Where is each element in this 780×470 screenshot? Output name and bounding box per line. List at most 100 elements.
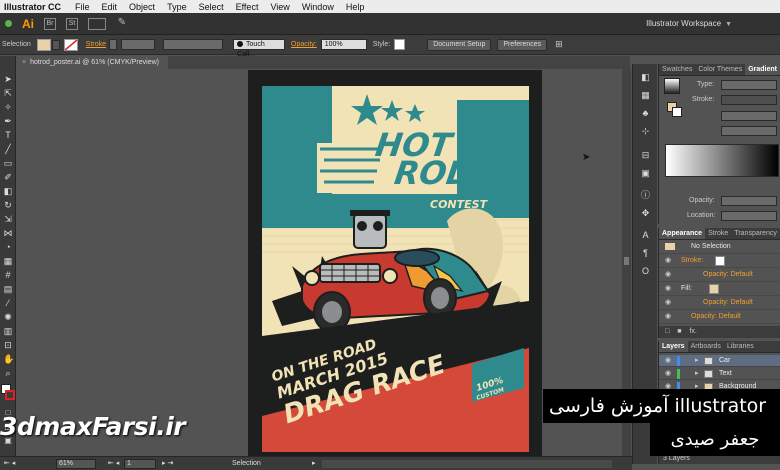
eye-icon[interactable]: ◉ xyxy=(665,355,671,367)
symbol-sprayer-tool-icon[interactable]: ✺ xyxy=(3,312,13,322)
workspace-switcher[interactable]: Illustrator Workspace ▼ xyxy=(646,19,732,28)
gpu-performance-icon[interactable]: ✎ xyxy=(116,17,128,30)
fill-dropdown[interactable] xyxy=(51,39,60,50)
aspect-ratio-input[interactable] xyxy=(721,126,777,136)
stock-icon[interactable]: St xyxy=(66,17,78,30)
rectangle-tool-icon[interactable]: ▭ xyxy=(3,158,13,168)
zoom-tool-icon[interactable]: ⌕ xyxy=(3,368,13,378)
appearance-stroke-opacity-row[interactable]: ◉ Opacity: Default xyxy=(659,268,780,282)
menu-window[interactable]: Window xyxy=(296,2,340,12)
layer-name[interactable]: Car xyxy=(719,355,730,367)
opacity-input[interactable]: 100% xyxy=(320,39,367,50)
tab-transparency[interactable]: Transparency xyxy=(731,228,780,239)
menu-type[interactable]: Type xyxy=(161,2,193,12)
prev-artboard-icons[interactable]: ⇤ ◂ xyxy=(108,459,119,467)
stroke-swatch-small[interactable] xyxy=(672,107,682,117)
add-effect-button[interactable]: fx. xyxy=(689,328,696,335)
stroke-color-swatch[interactable] xyxy=(63,38,78,51)
eye-icon[interactable]: ◉ xyxy=(665,296,671,310)
new-stroke-icon[interactable]: □ xyxy=(665,328,669,335)
fill-stroke-indicator[interactable] xyxy=(1,384,15,402)
stroke-none-swatch[interactable] xyxy=(715,256,725,266)
graphic-style-swatch[interactable] xyxy=(394,39,406,50)
layer-row-car[interactable]: ◉ ▸ Car xyxy=(659,355,780,367)
rotate-tool-icon[interactable]: ↻ xyxy=(3,200,13,210)
app-name[interactable]: Illustrator CC xyxy=(0,2,69,12)
mesh-tool-icon[interactable]: # xyxy=(3,270,13,280)
status-menu-arrow-icon[interactable]: ▸ xyxy=(312,459,316,467)
tab-appearance[interactable]: Appearance xyxy=(659,228,706,239)
paintbrush-tool-icon[interactable]: ✐ xyxy=(3,172,13,182)
tab-artboards[interactable]: Artboards xyxy=(688,341,724,352)
fill-color-swatch[interactable] xyxy=(36,38,51,51)
tab-stroke[interactable]: Stroke xyxy=(705,228,731,239)
arrange-icon[interactable]: ⊞ xyxy=(555,39,563,50)
eye-icon[interactable]: ◉ xyxy=(665,254,671,268)
menu-file[interactable]: File xyxy=(69,2,96,12)
variable-width-profile[interactable] xyxy=(163,39,224,50)
menu-object[interactable]: Object xyxy=(123,2,161,12)
color-panel-icon[interactable]: ◧ xyxy=(640,72,651,83)
opentype-icon[interactable]: O xyxy=(640,266,651,277)
hand-tool-icon[interactable]: ✋ xyxy=(3,354,14,364)
zoom-level-select[interactable]: 61% xyxy=(56,459,96,469)
scale-tool-icon[interactable]: ⇲ xyxy=(3,214,13,224)
tab-color-themes[interactable]: Color Themes xyxy=(695,64,745,75)
status-nav-icons[interactable]: ⇤ ◂ xyxy=(4,459,15,467)
gradient-opacity-input[interactable] xyxy=(721,196,777,206)
menu-effect[interactable]: Effect xyxy=(230,2,265,12)
appearance-object-opacity-row[interactable]: ◉ Opacity: Default xyxy=(659,310,780,324)
line-tool-icon[interactable]: ╱ xyxy=(3,144,13,154)
brush-definition-select[interactable]: Touch Call... xyxy=(233,39,286,58)
color-guide-icon[interactable]: ▦ xyxy=(640,90,651,101)
eye-icon[interactable]: ◉ xyxy=(665,368,671,380)
stroke-swatch[interactable] xyxy=(5,390,15,400)
new-fill-icon[interactable]: ■ xyxy=(677,328,681,335)
transform-icon[interactable]: ⊹ xyxy=(640,126,651,137)
perspective-grid-tool-icon[interactable]: ▦ xyxy=(3,256,13,266)
character-icon[interactable]: A xyxy=(640,230,651,241)
stroke-weight-input[interactable] xyxy=(121,39,156,50)
shape-builder-tool-icon[interactable]: ◔ xyxy=(3,242,13,252)
horizontal-scrollbar[interactable] xyxy=(322,460,612,468)
column-graph-tool-icon[interactable]: ▥ xyxy=(3,326,13,336)
layer-name[interactable]: Text xyxy=(719,368,732,380)
appearance-stroke-label[interactable]: Stroke: xyxy=(681,254,703,268)
selection-tool-icon[interactable]: ➤ xyxy=(3,74,13,84)
gradient-type-select[interactable] xyxy=(721,80,777,90)
preferences-button[interactable]: Preferences xyxy=(497,38,548,51)
eye-icon[interactable]: ◉ xyxy=(665,282,671,296)
bridge-icon[interactable]: Br xyxy=(44,17,56,30)
stroke-label[interactable]: Stroke xyxy=(86,41,106,48)
menu-view[interactable]: View xyxy=(264,2,295,12)
menu-edit[interactable]: Edit xyxy=(96,2,124,12)
opacity-label[interactable]: Opacity: xyxy=(291,41,317,48)
menu-help[interactable]: Help xyxy=(340,2,371,12)
tab-layers[interactable]: Layers xyxy=(659,341,688,352)
layer-row-text[interactable]: ◉ ▸ Text xyxy=(659,368,780,380)
arrange-documents-icon[interactable] xyxy=(88,17,106,30)
pathfinder-icon[interactable]: ▣ xyxy=(640,168,651,179)
width-tool-icon[interactable]: ⋈ xyxy=(3,228,13,238)
info-icon[interactable]: ⓘ xyxy=(640,190,651,201)
eraser-tool-icon[interactable]: ◧ xyxy=(3,186,13,196)
appearance-fill-row[interactable]: ◉ Fill: xyxy=(659,282,780,296)
appearance-fill-opacity-row[interactable]: ◉ Opacity: Default xyxy=(659,296,780,310)
navigator-icon[interactable]: ✥ xyxy=(640,208,651,219)
expand-triangle-icon[interactable]: ▸ xyxy=(695,355,699,367)
direct-selection-tool-icon[interactable]: ⇱ xyxy=(3,88,13,98)
expand-triangle-icon[interactable]: ▸ xyxy=(695,368,699,380)
appearance-opacity-label[interactable]: Opacity: Default xyxy=(691,310,741,324)
fill-color-swatch-small[interactable] xyxy=(709,284,719,294)
magic-wand-tool-icon[interactable]: ✧ xyxy=(3,102,13,112)
close-icon[interactable]: × xyxy=(22,59,26,66)
appearance-fill-label[interactable]: Fill: xyxy=(681,282,692,296)
gradient-location-input[interactable] xyxy=(721,211,777,221)
stroke-gradient-buttons[interactable] xyxy=(721,95,777,105)
tab-swatches[interactable]: Swatches xyxy=(659,64,695,75)
stroke-weight-stepper[interactable] xyxy=(109,39,118,50)
appearance-stroke-row[interactable]: ◉ Stroke: xyxy=(659,254,780,268)
appearance-opacity-label[interactable]: Opacity: Default xyxy=(703,268,753,282)
gradient-tool-icon[interactable]: ▤ xyxy=(3,284,13,294)
tab-libraries[interactable]: Libraries xyxy=(724,341,757,352)
